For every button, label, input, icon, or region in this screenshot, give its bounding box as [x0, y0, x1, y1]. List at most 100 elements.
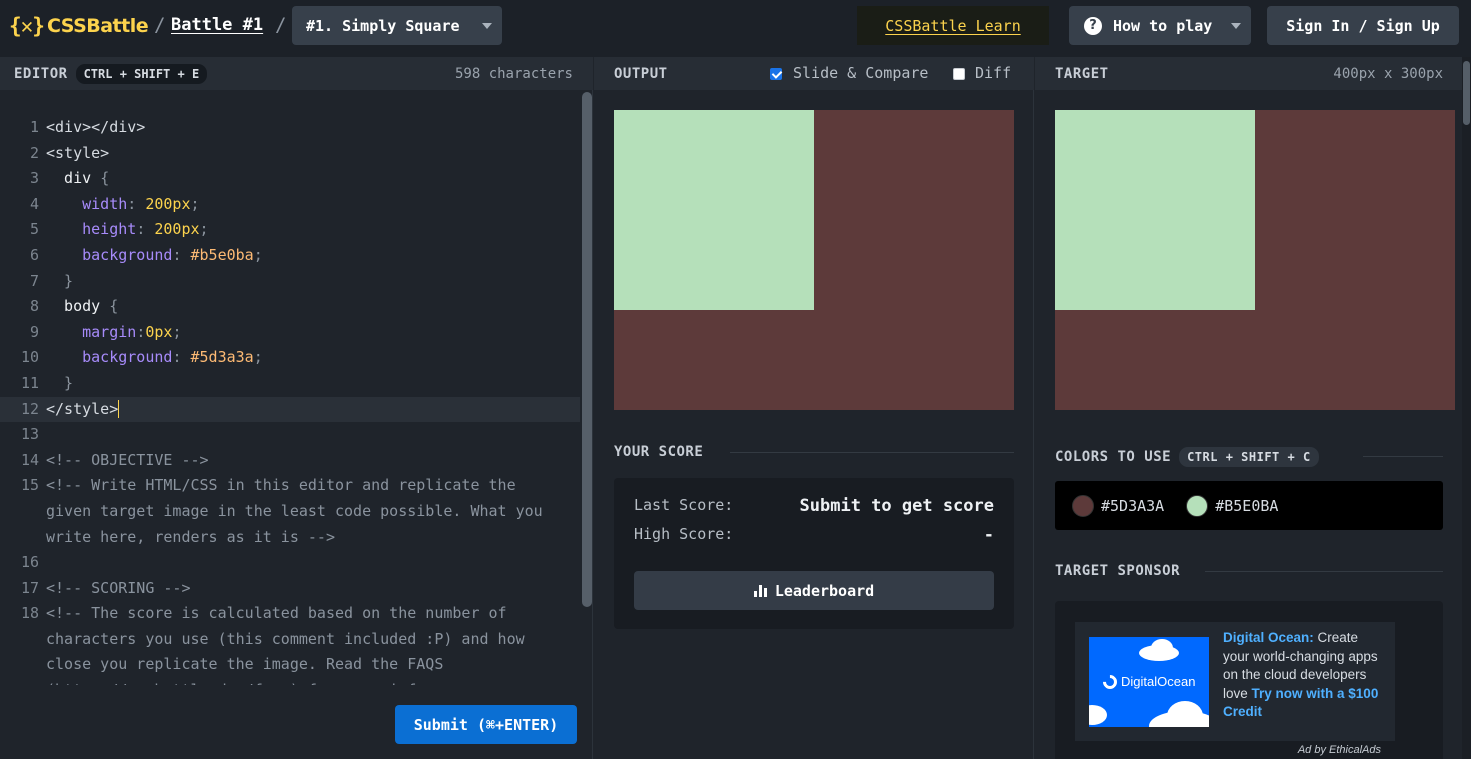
leaderboard-label: Leaderboard — [774, 581, 875, 600]
code-token: : — [127, 194, 146, 213]
ad-attribution[interactable]: Ad by EthicalAds — [1298, 744, 1381, 756]
code-token: </style> — [46, 399, 119, 418]
code-token: ; — [253, 245, 263, 264]
output-preview[interactable] — [614, 110, 1014, 410]
code-line[interactable]: 12 </style> — [0, 396, 580, 423]
code-line[interactable]: 15 <!-- Write HTML/CSS in this editor and… — [0, 473, 580, 499]
high-score-label: High Score: — [634, 525, 734, 543]
output-title: OUTPUT — [614, 65, 668, 82]
editor-scrollbar[interactable] — [582, 92, 592, 607]
sponsor-ad[interactable]: DigitalOcean Digital Ocean: Create your … — [1075, 622, 1395, 741]
line-content: <!-- Write HTML/CSS in this editor and r… — [46, 473, 516, 499]
breadcrumb-separator: / — [154, 14, 166, 36]
digitalocean-ad-image[interactable]: DigitalOcean — [1089, 637, 1209, 727]
code-token: 0px — [145, 322, 173, 341]
colors-shortcut: CTRL + SHIFT + C — [1179, 447, 1319, 467]
code-token: characters you use (this comment include… — [46, 629, 525, 648]
color-swatch[interactable] — [1186, 494, 1209, 517]
how-to-play-label: How to play — [1113, 16, 1213, 35]
code-token: background — [46, 245, 173, 264]
battle-link[interactable]: Battle #1 — [171, 15, 263, 35]
your-score-title: YOUR SCORE — [614, 444, 704, 460]
question-icon: ? — [1084, 16, 1102, 35]
code-line[interactable]: 3 div { — [0, 166, 580, 192]
line-number: 3 — [29, 169, 39, 188]
line-number: 2 — [29, 143, 39, 162]
chevron-down-icon — [1231, 23, 1241, 29]
code-line[interactable]: 8 body { — [0, 294, 580, 320]
code-line[interactable]: 4 width: 200px; — [0, 192, 580, 218]
code-line[interactable]: 1 <div></div> — [0, 115, 580, 141]
digitalocean-logo-text: DigitalOcean — [1121, 674, 1196, 689]
code-token: ; — [199, 220, 209, 239]
cloud-icon — [1151, 639, 1173, 657]
code-line[interactable]: 11 } — [0, 371, 580, 397]
code-line[interactable]: given target image in the least code pos… — [0, 499, 580, 525]
color-hex[interactable]: #B5E0BA — [1215, 497, 1278, 515]
learn-link[interactable]: CSSBattle Learn — [857, 6, 1049, 45]
scrollbar-thumb[interactable] — [1463, 61, 1470, 125]
code-token: { — [109, 297, 119, 316]
code-line[interactable]: 14 <!-- OBJECTIVE --> — [0, 448, 580, 474]
line-content: width: 200px; — [46, 192, 199, 218]
code-token: close you replicate the image. Read the … — [46, 655, 444, 674]
code-token: <div></div> — [46, 118, 146, 136]
code-line[interactable]: write here, renders as it is --> — [0, 525, 580, 551]
line-content: height: 200px; — [46, 217, 209, 243]
code-line[interactable]: 7 } — [0, 269, 580, 295]
diff-checkbox[interactable] — [953, 68, 965, 80]
code-token: : — [136, 322, 146, 341]
ad-text[interactable]: Digital Ocean: Create your world-changin… — [1223, 629, 1388, 722]
last-score-row: Last Score: Submit to get score — [634, 496, 994, 520]
cloud-icon — [1167, 701, 1203, 727]
code-line[interactable]: 16 — [0, 550, 580, 576]
submit-button[interactable]: Submit (⌘+ENTER) — [395, 705, 577, 744]
line-number: 14 — [20, 450, 39, 469]
sponsor-title: TARGET SPONSOR — [1055, 563, 1181, 579]
code-line[interactable]: (https://cssbattle.dev/faqs) for more in… — [0, 678, 580, 685]
target-select[interactable]: #1. Simply Square — [292, 6, 502, 45]
code-line[interactable]: 18 <!-- The score is calculated based on … — [0, 601, 580, 627]
code-line[interactable]: 5 height: 200px; — [0, 217, 580, 243]
line-number: 10 — [20, 348, 39, 367]
line-number: 11 — [20, 373, 39, 392]
target-image[interactable] — [1055, 110, 1455, 410]
code-line[interactable]: 13 — [0, 422, 580, 448]
code-line[interactable]: close you replicate the image. Read the … — [0, 652, 580, 678]
output-header: OUTPUT Slide & Compare Diff — [594, 57, 1034, 90]
line-number: 4 — [29, 194, 39, 213]
line-content: close you replicate the image. Read the … — [46, 652, 443, 678]
line-number: 12 — [20, 399, 39, 418]
slide-compare-label[interactable]: Slide & Compare — [793, 64, 928, 82]
code-line[interactable]: 6 background: #b5e0ba; — [0, 243, 580, 269]
cssbattle-logo[interactable]: {✕} CSSBattle — [9, 14, 149, 38]
code-token: #b5e0ba — [190, 245, 254, 264]
sponsor-card: DigitalOcean Digital Ocean: Create your … — [1055, 601, 1443, 759]
code-line[interactable]: 10 background: #5d3a3a; — [0, 345, 580, 371]
slide-compare-checkbox[interactable] — [770, 68, 782, 80]
chevron-down-icon — [482, 23, 492, 29]
high-score-value: - — [983, 525, 994, 545]
divider — [1205, 571, 1443, 572]
code-token: given target image in the least code pos… — [46, 501, 543, 520]
last-score-value: Submit to get score — [799, 496, 994, 516]
line-content: margin:0px; — [46, 320, 181, 346]
line-number: 5 — [29, 220, 39, 239]
line-number: 18 — [20, 604, 39, 623]
code-token: ; — [172, 322, 182, 341]
code-line[interactable]: characters you use (this comment include… — [0, 627, 580, 653]
color-swatch[interactable] — [1072, 494, 1094, 517]
code-editor[interactable]: 1 <div></div> 2 <style> 3 div {4 width: 200p… — [0, 115, 580, 685]
leaderboard-button[interactable]: Leaderboard — [634, 571, 994, 610]
how-to-play-button[interactable]: ? How to play — [1069, 6, 1251, 45]
code-line[interactable]: 17 <!-- SCORING --> — [0, 576, 580, 602]
line-content: body { — [46, 294, 118, 320]
code-token: <!-- The score is calculated based on th… — [46, 604, 507, 623]
sign-in-button[interactable]: Sign In / Sign Up — [1267, 6, 1459, 45]
code-line[interactable]: 2 <style> — [0, 141, 580, 167]
code-token: (https://cssbattle.dev/faqs) for more in… — [46, 681, 470, 685]
code-line[interactable]: 9 margin:0px; — [0, 320, 580, 346]
target-scrollbar[interactable] — [1462, 57, 1471, 759]
color-hex[interactable]: #5D3A3A — [1101, 497, 1164, 515]
diff-label[interactable]: Diff — [975, 64, 1011, 82]
